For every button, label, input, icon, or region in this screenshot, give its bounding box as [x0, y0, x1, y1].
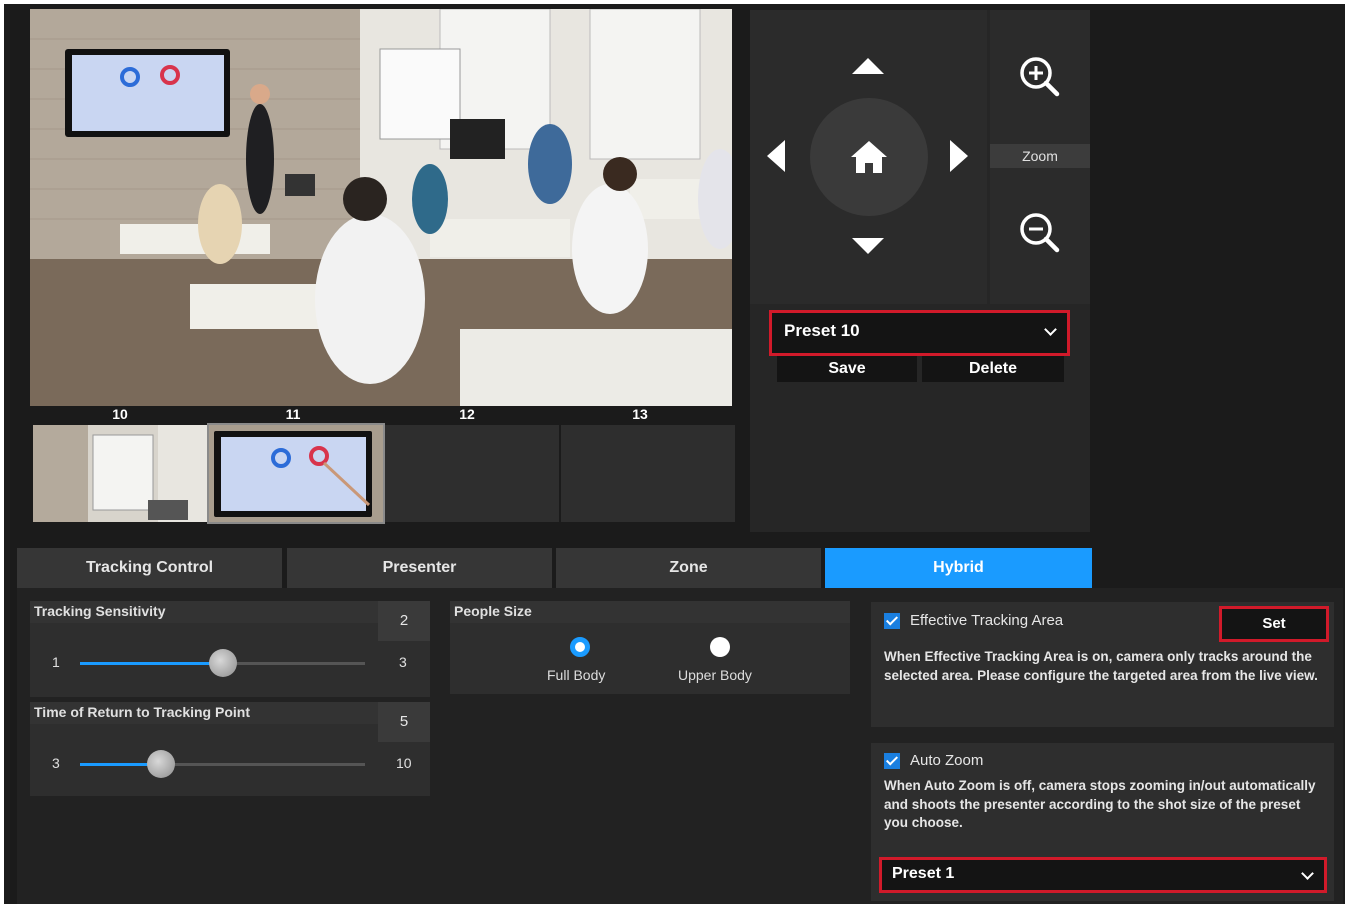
tab-hybrid[interactable]: Hybrid	[825, 548, 1092, 588]
zoom-controls: Zoom	[990, 10, 1090, 304]
upper-body-label: Upper Body	[678, 667, 752, 683]
home-icon[interactable]	[849, 139, 889, 175]
preset-thumbnail-13[interactable]	[561, 425, 735, 522]
save-preset-button[interactable]: Save	[777, 356, 917, 382]
set-tracking-area-button[interactable]: Set	[1219, 606, 1329, 642]
tab-tracking-control[interactable]: Tracking Control	[17, 548, 282, 588]
people-size-control: People Size Full Body Upper Body	[450, 601, 850, 694]
auto-zoom-preset-value: Preset 1	[892, 865, 955, 882]
zoom-in-icon[interactable]	[1017, 54, 1061, 98]
chevron-down-icon	[1301, 867, 1314, 880]
effective-tracking-area-checkbox[interactable]	[884, 613, 900, 629]
slider-min-label: 3	[52, 755, 60, 771]
arrow-down-icon[interactable]	[852, 238, 884, 254]
auto-zoom-checkbox[interactable]	[884, 753, 900, 769]
preset-select[interactable]: Preset 10	[769, 310, 1070, 356]
slider-max-label: 3	[399, 654, 407, 670]
preset-number-row: 10 11 12 13	[30, 405, 734, 423]
slider-max-label: 10	[396, 755, 412, 771]
slider-fill	[80, 662, 223, 665]
thumbnail-image	[33, 425, 207, 522]
auto-zoom-label: Auto Zoom	[910, 752, 984, 769]
tracking-sensitivity-value: 2	[378, 601, 430, 641]
arrow-left-icon[interactable]	[767, 140, 785, 172]
auto-zoom-section: Auto Zoom When Auto Zoom is off, camera …	[871, 743, 1334, 901]
return-time-control: Time of Return to Tracking Point 5 3 10	[30, 702, 430, 796]
effective-tracking-area-label: Effective Tracking Area	[910, 612, 1064, 629]
tab-presenter[interactable]: Presenter	[287, 548, 552, 588]
preset-number: 13	[632, 406, 648, 422]
preset-thumbnail-11[interactable]	[207, 423, 385, 524]
preset-select-value: Preset 10	[784, 321, 860, 340]
auto-zoom-preset-select[interactable]: Preset 1	[879, 857, 1327, 893]
return-time-value: 5	[378, 702, 430, 742]
upper-body-radio[interactable]	[710, 637, 730, 657]
arrow-right-icon[interactable]	[950, 140, 968, 172]
people-size-label: People Size	[450, 601, 850, 623]
tracking-sensitivity-label: Tracking Sensitivity	[30, 601, 378, 623]
preset-number: 12	[459, 406, 475, 422]
thumbnail-image	[209, 425, 383, 522]
slider-handle[interactable]	[208, 649, 237, 677]
return-time-label: Time of Return to Tracking Point	[30, 702, 378, 724]
tab-zone[interactable]: Zone	[556, 548, 821, 588]
live-view-image	[30, 9, 732, 406]
preset-number: 11	[285, 406, 301, 422]
delete-preset-button[interactable]: Delete	[922, 356, 1064, 382]
full-body-radio[interactable]	[570, 637, 590, 657]
effective-tracking-area-section: Effective Tracking Area Set When Effecti…	[871, 602, 1334, 727]
tracking-sensitivity-control: Tracking Sensitivity 2 1 3	[30, 601, 430, 697]
full-body-label: Full Body	[547, 667, 606, 683]
preset-thumbnail-12[interactable]	[385, 425, 559, 522]
zoom-label: Zoom	[990, 144, 1090, 168]
ptz-control-panel: Zoom Preset 10 Save Delete	[750, 10, 1090, 532]
slider-min-label: 1	[52, 654, 60, 670]
preset-thumbnail-10[interactable]	[33, 425, 207, 522]
preset-number: 10	[112, 406, 128, 422]
zoom-out-icon[interactable]	[1017, 210, 1061, 254]
direction-pad	[750, 10, 987, 304]
auto-zoom-description: When Auto Zoom is off, camera stops zoom…	[884, 778, 1316, 830]
tracking-sensitivity-slider[interactable]	[80, 649, 365, 677]
effective-tracking-area-description: When Effective Tracking Area is on, came…	[884, 649, 1318, 683]
slider-handle[interactable]	[147, 750, 176, 778]
live-view[interactable]	[30, 9, 732, 406]
chevron-down-icon	[1044, 323, 1057, 336]
return-time-slider[interactable]	[80, 750, 365, 778]
arrow-up-icon[interactable]	[852, 58, 884, 74]
